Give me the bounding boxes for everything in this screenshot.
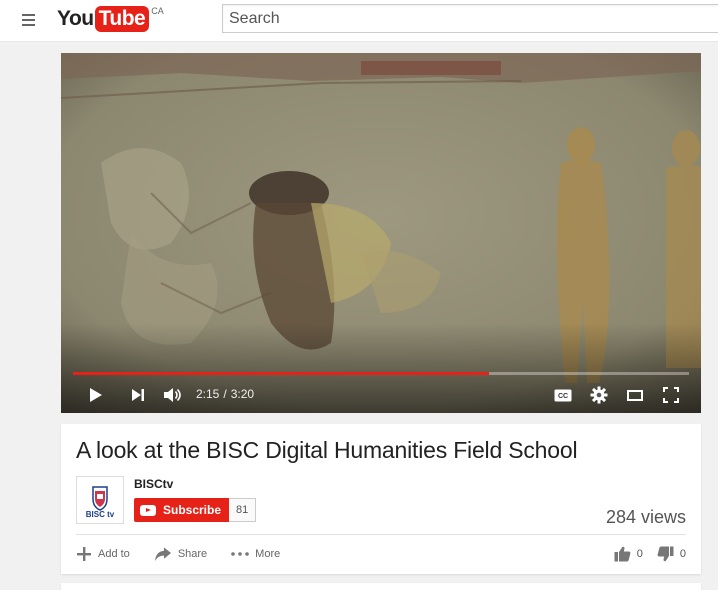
video-frame	[61, 53, 701, 413]
subscribe-group: Subscribe 81	[134, 498, 257, 522]
time-separator: /	[223, 387, 227, 401]
guide-menu-icon[interactable]	[22, 10, 42, 30]
like-button[interactable]: 0	[614, 546, 643, 562]
current-time: 2:15	[196, 387, 220, 401]
settings-icon[interactable]	[589, 385, 609, 405]
dislike-count: 0	[679, 548, 686, 560]
action-bar: Add to Share More	[76, 545, 304, 563]
more-dots-icon	[231, 552, 249, 556]
add-to-button[interactable]: Add to	[76, 546, 130, 562]
view-count: 284 views	[605, 507, 686, 527]
logo-country-code: CA	[151, 6, 164, 16]
svg-text:CC: CC	[558, 393, 568, 400]
divider	[76, 534, 686, 535]
subscribe-button[interactable]: Subscribe	[134, 498, 230, 522]
like-count: 0	[636, 548, 643, 560]
like-dislike-group: 0 0	[600, 545, 686, 563]
more-label: More	[255, 548, 281, 560]
youtube-logo[interactable]: You Tube CA	[57, 5, 164, 33]
share-icon	[154, 547, 172, 562]
channel-avatar[interactable]: BISC tv	[76, 476, 124, 524]
video-player[interactable]: 2:15/3:20 CC	[61, 53, 701, 413]
play-icon[interactable]	[87, 385, 105, 405]
share-label: Share	[177, 548, 208, 560]
volume-icon[interactable]	[162, 385, 182, 405]
search-box	[222, 4, 718, 33]
theater-mode-icon[interactable]	[625, 385, 645, 405]
logo-tube: Tube	[94, 6, 150, 32]
player-controls: 2:15/3:20 CC	[61, 375, 701, 413]
bisc-crest-icon	[92, 486, 108, 511]
video-info-card: A look at the BISC Digital Humanities Fi…	[61, 424, 701, 574]
captions-icon[interactable]: CC	[553, 385, 573, 405]
thumbs-down-icon	[657, 546, 674, 562]
share-button[interactable]: Share	[154, 547, 207, 562]
youtube-play-icon	[140, 504, 156, 516]
more-button[interactable]: More	[231, 548, 280, 560]
time-display: 2:15/3:20	[196, 387, 254, 401]
logo-you: You	[57, 7, 94, 30]
channel-name[interactable]: BISCtv	[134, 477, 173, 491]
video-title: A look at the BISC Digital Humanities Fi…	[76, 437, 578, 463]
dislike-button[interactable]: 0	[657, 546, 686, 562]
fullscreen-icon[interactable]	[661, 385, 681, 405]
next-icon[interactable]	[129, 385, 147, 405]
masthead: You Tube CA	[0, 0, 718, 42]
thumbs-up-icon	[614, 546, 631, 562]
search-input[interactable]	[223, 5, 718, 32]
duration: 3:20	[230, 387, 255, 401]
description-card	[61, 583, 701, 590]
subscriber-count: 81	[229, 498, 257, 522]
add-to-label: Add to	[98, 548, 130, 560]
avatar-text: BISC tv	[85, 510, 115, 519]
subscribe-label: Subscribe	[163, 503, 222, 517]
plus-icon	[76, 546, 92, 562]
